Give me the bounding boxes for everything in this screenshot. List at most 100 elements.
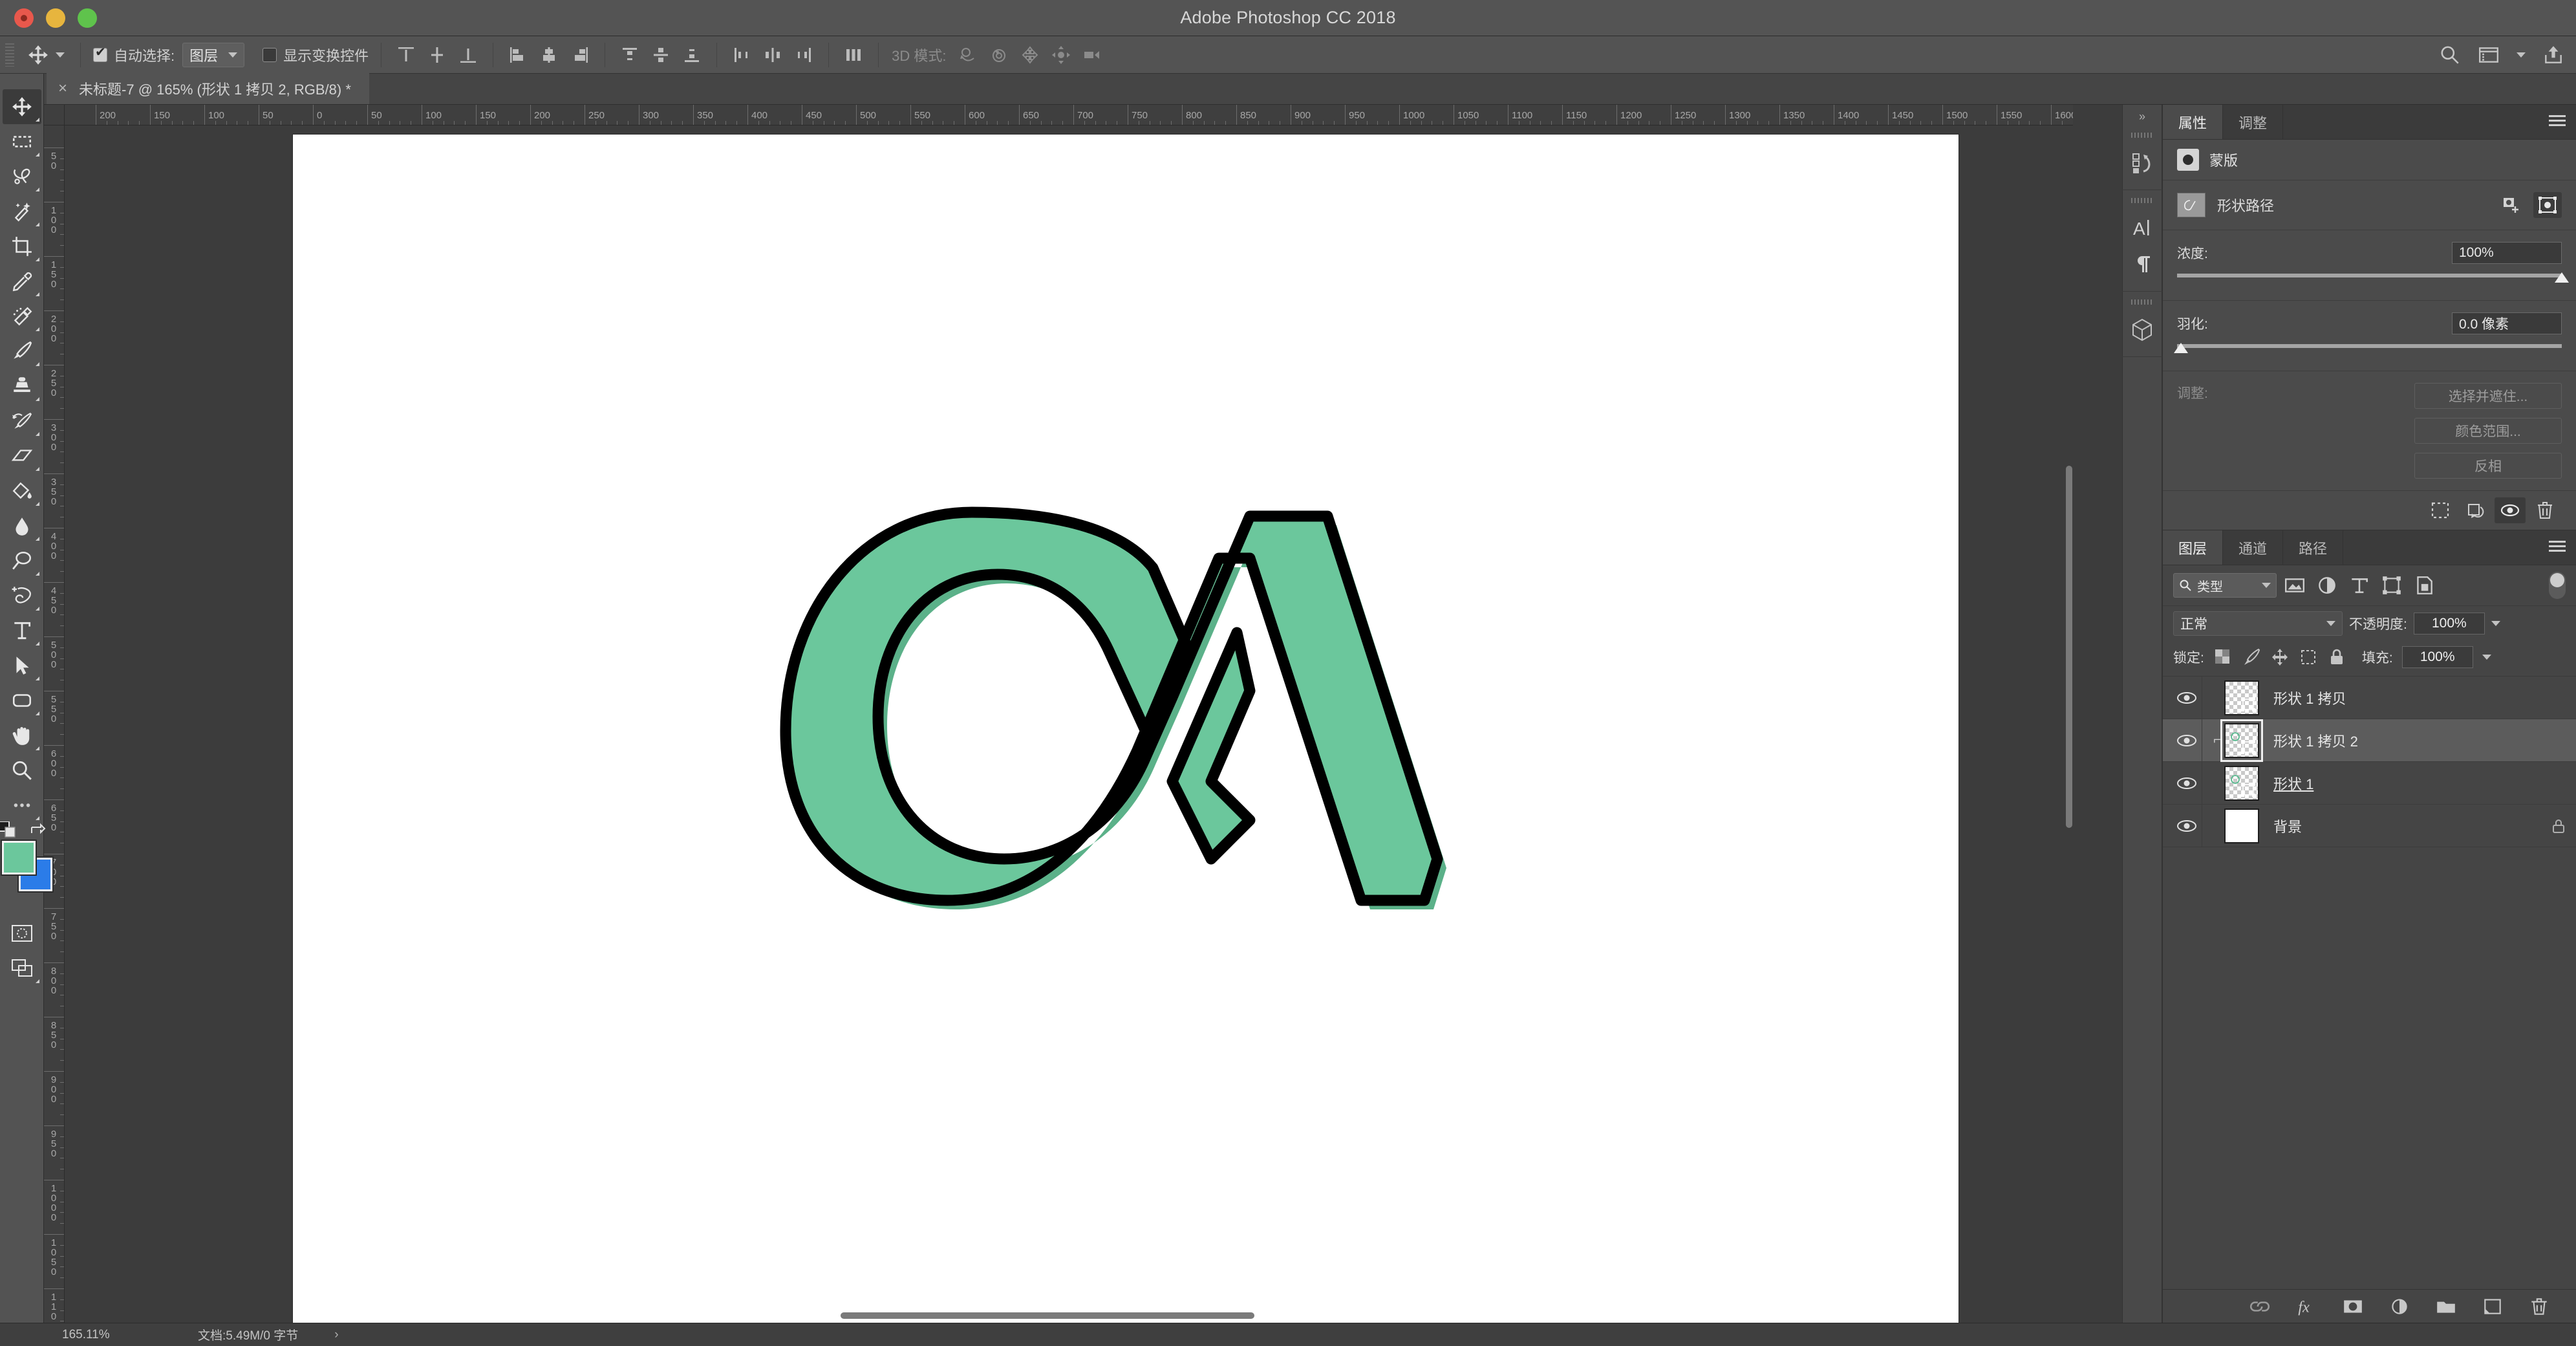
search-icon[interactable] [2439,44,2461,66]
character-panel-icon[interactable]: A [2129,215,2155,241]
slider-handle[interactable] [2555,272,2569,283]
filter-shape-icon[interactable] [2381,574,2403,596]
tab-properties[interactable]: 属性 [2163,105,2224,139]
lock-artboard-icon[interactable] [2299,647,2318,667]
layer-name[interactable]: 形状 1 拷贝 [2273,688,2346,708]
layer-thumbnail[interactable] [2224,808,2259,843]
canvas-vertical-scrollbar[interactable] [2066,466,2072,828]
show-transform-checkbox[interactable] [263,47,277,62]
load-selection-icon[interactable] [2425,497,2456,523]
feather-value[interactable]: 0.0 像素 [2452,312,2562,334]
layer-visibility-toggle[interactable] [2172,819,2202,833]
table-row[interactable]: 形状 1 [2163,761,2576,805]
slider-handle[interactable] [2174,343,2188,353]
add-pixel-mask-icon[interactable] [2498,192,2527,218]
filter-pixel-icon[interactable] [2284,574,2306,596]
foreground-color-swatch[interactable] [0,840,37,876]
align-horizontal-centers-icon[interactable] [539,45,559,65]
distribute-vertical-centers-icon[interactable] [651,45,671,65]
filter-enable-toggle[interactable] [2549,572,2566,599]
opacity-chevron-icon[interactable] [2491,621,2500,626]
select-and-mask-button[interactable]: 选择并遮住... [2414,383,2562,409]
layer-visibility-toggle[interactable] [2172,776,2202,790]
align-left-edges-icon[interactable] [508,45,528,65]
path-selection-tool[interactable] [3,648,41,683]
edit-toolbar-tool[interactable] [3,788,41,823]
tab-paths[interactable]: 路径 [2283,530,2344,565]
panel-menu-icon[interactable] [2549,541,2566,554]
quick-selection-tool[interactable] [3,194,41,229]
density-slider[interactable] [2177,272,2569,288]
collapse-panels-button[interactable]: » [2139,110,2145,124]
filter-type-icon[interactable] [2348,574,2370,596]
history-brush-tool[interactable] [3,404,41,439]
share-icon[interactable] [2542,44,2564,66]
layer-thumbnail[interactable] [2224,765,2259,801]
3d-panel-icon[interactable] [2129,316,2155,342]
gradient-tool[interactable] [3,473,41,508]
tab-layers[interactable]: 图层 [2163,530,2224,565]
tool-preset-picker[interactable] [21,44,71,66]
auto-select-group[interactable]: 自动选择: 图层 [90,36,248,74]
canvas-horizontal-scrollbar[interactable] [841,1312,1254,1319]
lock-all-icon[interactable] [2327,647,2346,667]
layer-name[interactable]: 背景 [2273,816,2302,836]
align-bottom-edges-icon[interactable] [458,45,478,65]
new-adjustment-layer-icon[interactable] [2388,1296,2410,1318]
add-layer-mask-icon[interactable] [2342,1296,2364,1318]
roll-3d-icon[interactable] [989,45,1009,65]
rectangle-tool[interactable] [3,683,41,718]
ruler-corner[interactable] [44,105,65,125]
canvas-area[interactable] [65,125,2073,1323]
layer-name[interactable]: 形状 1 拷贝 2 [2273,730,2358,751]
align-vertical-centers-icon[interactable] [427,45,447,65]
scale-3d-icon[interactable] [1082,45,1102,65]
chevron-down-icon[interactable] [2517,52,2526,58]
distribute-left-edges-icon[interactable] [732,45,751,65]
workspace-switcher-icon[interactable] [2478,44,2500,66]
swap-colors-icon[interactable] [29,821,46,838]
pen-tool[interactable] [3,578,41,613]
delete-mask-icon[interactable] [2529,497,2560,523]
color-range-button[interactable]: 颜色范围... [2414,418,2562,444]
horizontal-ruler[interactable]: 200 150 100 50 0 50 100 150 200 250 300 350 400 450 50… [65,105,2073,125]
vertical-ruler[interactable]: 50 100 150 200 250 300 350 400 450 500 550 600 650 70… [44,125,65,1323]
brush-tool[interactable] [3,334,41,369]
panel-grip[interactable] [2131,299,2153,305]
rotate-3d-icon[interactable] [958,45,978,65]
options-bar-grip[interactable] [5,43,14,67]
layer-name[interactable]: 形状 1 [2273,773,2313,794]
new-layer-icon[interactable] [2482,1296,2504,1318]
show-transform-group[interactable]: 显示变换控件 [259,36,372,74]
distribute-horizontal-centers-icon[interactable] [763,45,782,65]
lock-position-icon[interactable] [2270,647,2290,667]
eraser-tool[interactable] [3,439,41,473]
rectangular-marquee-tool[interactable] [3,124,41,159]
default-colors-icon[interactable] [0,821,16,838]
layer-style-fx-icon[interactable]: fx [2295,1296,2317,1318]
layer-thumbnail[interactable] [2220,719,2263,762]
tool-preset-chevron-icon[interactable] [56,52,65,58]
move-tool[interactable] [2,89,41,124]
hand-tool[interactable] [3,718,41,753]
feather-slider[interactable] [2174,342,2562,359]
distribute-right-edges-icon[interactable] [794,45,813,65]
close-icon[interactable]: × [58,80,67,98]
link-layers-icon[interactable] [2249,1296,2271,1318]
panel-grip[interactable] [2131,198,2153,203]
pan-3d-icon[interactable] [1020,45,1040,65]
status-expand-arrow[interactable]: › [334,1328,338,1342]
type-tool[interactable] [3,613,41,648]
fill-value[interactable]: 100% [2401,646,2473,668]
auto-select-scope-dropdown[interactable]: 图层 [182,42,245,67]
clone-stamp-tool[interactable] [3,369,41,404]
auto-select-checkbox[interactable] [93,45,107,62]
vector-mask-icon[interactable] [2177,193,2206,217]
invert-button[interactable]: 反相 [2414,453,2562,479]
distribute-spacing-icon[interactable] [844,45,863,65]
table-row[interactable]: ⌐ 形状 1 拷贝 2 [2163,719,2576,762]
vector-mask-select-icon[interactable] [2533,192,2562,218]
lasso-tool[interactable] [3,159,41,194]
table-row[interactable]: 背景 [2163,804,2576,847]
align-right-edges-icon[interactable] [570,45,590,65]
